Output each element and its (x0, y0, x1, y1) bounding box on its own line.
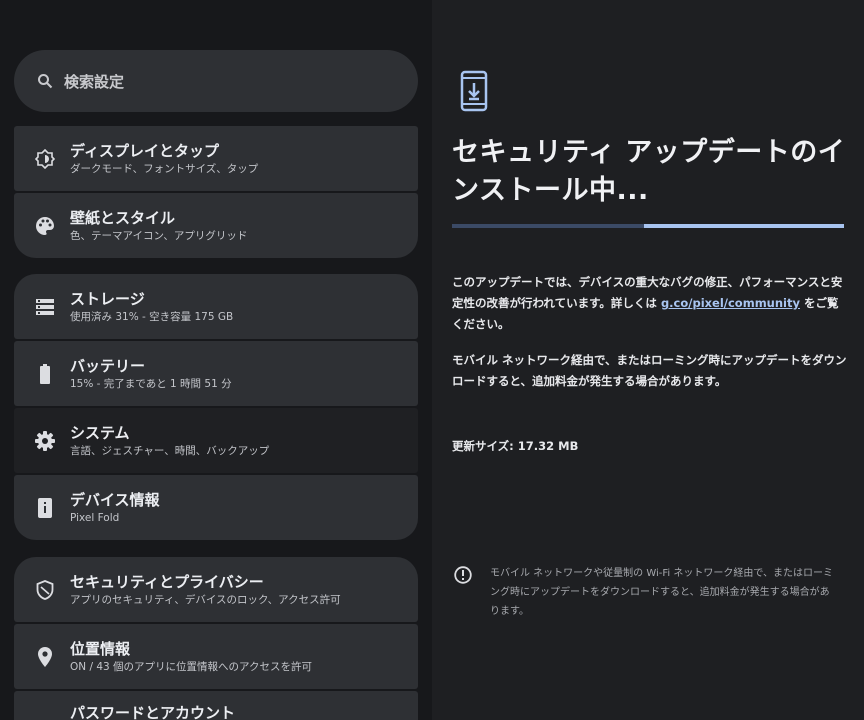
settings-item-subtitle: 使用済み 31% - 空き容量 175 GB (70, 310, 234, 323)
settings-item-subtitle: アプリのセキュリティ、デバイスのロック、アクセス許可 (70, 593, 341, 606)
settings-list-pane: 検索設定 ディスプレイとタップ ダークモード、フォントサイズ、タップ 壁紙とスタ… (0, 0, 432, 720)
settings-item-title: デバイス情報 (70, 490, 160, 509)
settings-item-security[interactable]: セキュリティとプライバシー アプリのセキュリティ、デバイスのロック、アクセス許可 (14, 557, 418, 622)
location-pin-icon (34, 646, 56, 668)
settings-item-passwords[interactable]: パスワードとアカウント (14, 691, 418, 720)
search-bar[interactable]: 検索設定 (14, 50, 418, 112)
palette-icon (34, 215, 56, 237)
settings-item-title: 壁紙とスタイル (70, 208, 176, 227)
settings-item-title: システム (70, 423, 130, 442)
search-placeholder: 検索設定 (64, 72, 125, 91)
settings-item-title: セキュリティとプライバシー (70, 572, 264, 591)
settings-item-battery[interactable]: バッテリー 15% - 完了まであと 1 時間 51 分 (14, 341, 418, 406)
settings-item-wallpaper[interactable]: 壁紙とスタイル 色、テーマアイコン、アプリグリッド (14, 193, 418, 258)
update-progress-fill (644, 224, 844, 228)
settings-item-display[interactable]: ディスプレイとタップ ダークモード、フォントサイズ、タップ (14, 126, 418, 191)
settings-item-device-info[interactable]: デバイス情報 Pixel Fold (14, 475, 418, 540)
settings-item-storage[interactable]: ストレージ 使用済み 31% - 空き容量 175 GB (14, 274, 418, 339)
search-icon (36, 72, 54, 90)
settings-item-title: ストレージ (70, 289, 145, 308)
settings-item-subtitle: ダークモード、フォントサイズ、タップ (70, 162, 259, 175)
settings-item-title: バッテリー (70, 356, 146, 375)
settings-group-device: ストレージ 使用済み 31% - 空き容量 175 GB バッテリー 15% -… (14, 274, 418, 540)
settings-item-title: ディスプレイとタップ (70, 141, 219, 160)
settings-item-system[interactable]: システム 言語、ジェスチャー、時間、バックアップ (14, 408, 418, 473)
settings-item-subtitle: ON / 43 個のアプリに位置情報へのアクセスを許可 (70, 660, 313, 673)
settings-item-title: パスワードとアカウント (70, 704, 236, 720)
shield-icon (34, 579, 56, 601)
gear-icon (34, 430, 56, 452)
display-icon (34, 148, 56, 170)
settings-item-title: 位置情報 (70, 639, 131, 658)
settings-item-location[interactable]: 位置情報 ON / 43 個のアプリに位置情報へのアクセスを許可 (14, 624, 418, 689)
settings-group-security: セキュリティとプライバシー アプリのセキュリティ、デバイスのロック、アクセス許可… (14, 557, 418, 720)
device-info-icon (34, 497, 56, 519)
mobile-data-warning: モバイル ネットワーク経由で、またはローミング時にアップデートをダウンロードする… (452, 353, 847, 388)
phone-download-icon (460, 70, 488, 112)
settings-group-display: ディスプレイとタップ ダークモード、フォントサイズ、タップ 壁紙とスタイル 色、… (14, 126, 418, 258)
battery-icon (34, 363, 56, 385)
settings-item-subtitle: 色、テーマアイコン、アプリグリッド (70, 229, 248, 242)
settings-item-subtitle: 15% - 完了まであと 1 時間 51 分 (70, 377, 232, 390)
key-icon (34, 703, 56, 720)
storage-icon (34, 296, 56, 318)
system-update-pane: セキュリティ アップデートのインストール中... このアップデートでは、デバイス… (432, 0, 864, 720)
update-description: このアップデートでは、デバイスの重大なバグの修正、パフォーマンスと安定性の改善が… (452, 272, 848, 335)
settings-item-subtitle: Pixel Fold (70, 511, 120, 524)
update-size: 更新サイズ: 17.32 MB (452, 439, 579, 453)
info-icon (454, 566, 472, 584)
settings-item-subtitle: 言語、ジェスチャー、時間、バックアップ (70, 444, 270, 457)
update-progress-bar (452, 224, 844, 228)
update-title: セキュリティ アップデートのインストール中... (452, 137, 846, 206)
community-link[interactable]: g.co/pixel/community (661, 296, 800, 310)
data-charges-note: モバイル ネットワークや従量制の Wi-Fi ネットワーク経由で、またはローミン… (490, 568, 833, 617)
